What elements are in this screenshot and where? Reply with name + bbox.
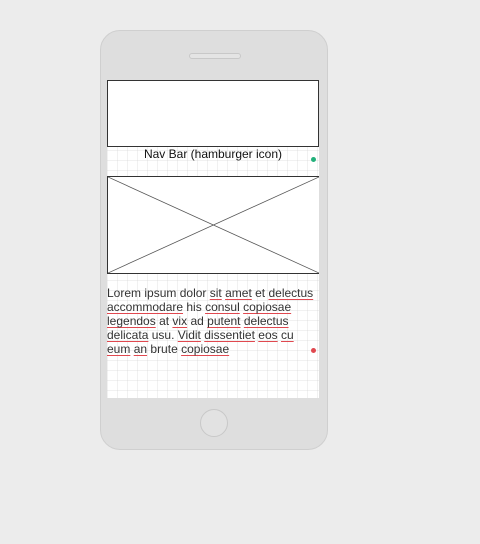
paragraph-word: delectus: [243, 314, 289, 328]
design-canvas: Nav Bar (hamburger icon) Lorem ipsum dol…: [0, 0, 480, 544]
paragraph-word: eos: [258, 328, 278, 342]
paragraph-word: usu.: [151, 328, 175, 342]
phone-screen: Nav Bar (hamburger icon) Lorem ipsum dol…: [107, 80, 319, 398]
paragraph-word: delectus: [268, 286, 314, 300]
paragraph-word: Lorem: [107, 286, 142, 300]
paragraph-word: an: [133, 342, 148, 356]
paragraph-word: ad: [190, 314, 204, 328]
paragraph-word: copiosae: [181, 342, 230, 356]
paragraph-word: amet: [225, 286, 252, 300]
paragraph-word: accommodare: [107, 300, 184, 314]
paragraph-word: cu: [280, 328, 294, 342]
speaker-icon: [189, 53, 241, 59]
paragraph-word: legendos: [107, 314, 156, 328]
paragraph-word: brute: [150, 342, 178, 356]
selection-handle-top[interactable]: [311, 157, 316, 162]
selection-handle-bottom[interactable]: [311, 348, 316, 353]
lorem-paragraph[interactable]: Lorem ipsum dolor sit amet et delectus a…: [107, 286, 319, 356]
paragraph-word: et: [255, 286, 266, 300]
paragraph-word: Vidit: [177, 328, 201, 342]
paragraph-word: his: [186, 300, 202, 314]
paragraph-word: sit: [209, 286, 222, 300]
paragraph-word: copiosae: [243, 300, 292, 314]
paragraph-word: vix: [172, 314, 188, 328]
paragraph-word: eum: [107, 342, 131, 356]
paragraph-word: consul: [205, 300, 240, 314]
paragraph-word: delicata: [107, 328, 149, 342]
paragraph-word: at: [159, 314, 170, 328]
nav-bar-label: Nav Bar (hamburger icon): [143, 147, 283, 161]
paragraph-word: dissentiet: [204, 328, 255, 342]
image-placeholder[interactable]: [107, 176, 319, 274]
nav-bar-placeholder[interactable]: [107, 80, 319, 147]
paragraph-word: dolor: [179, 286, 207, 300]
home-button: [200, 409, 228, 437]
paragraph-word: ipsum: [144, 286, 177, 300]
paragraph-word: putent: [207, 314, 241, 328]
image-placeholder-icon: [108, 177, 319, 273]
